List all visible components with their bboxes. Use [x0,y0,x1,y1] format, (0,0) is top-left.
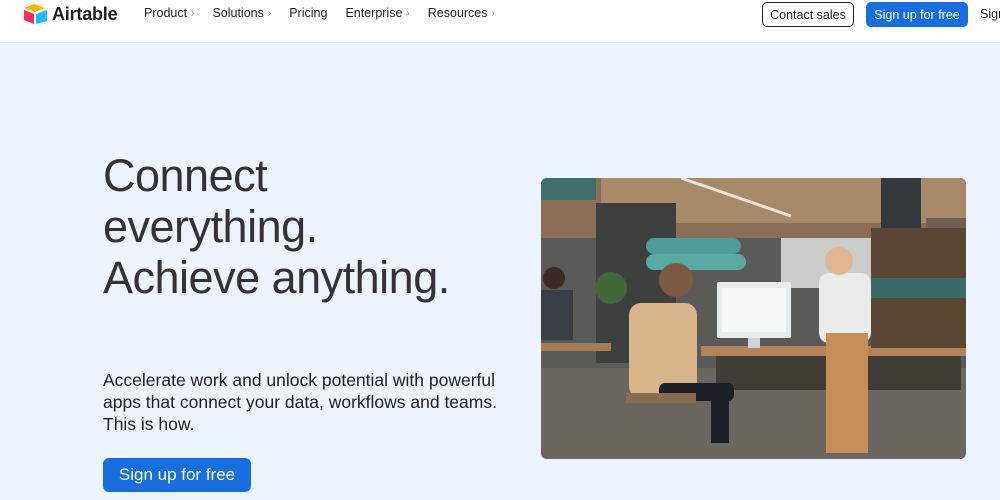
chevron-right-icon: › [491,7,495,19]
hero-subtext: Accelerate work and unlock potential wit… [103,370,497,434]
nav-enterprise[interactable]: Enterprise › [345,6,409,20]
chevron-right-icon: › [406,7,410,19]
nav-solutions[interactable]: Solutions › [212,6,271,20]
nav-enterprise-label: Enterprise [345,6,403,20]
office-team-photo [541,178,966,459]
sign-up-button-hero[interactable]: Sign up for free [103,458,251,492]
contact-sales-button[interactable]: Contact sales [762,2,854,27]
chevron-right-icon: › [191,7,195,19]
nav-pricing[interactable]: Pricing [289,6,327,20]
brand-name: Airtable [52,3,118,24]
airtable-logo[interactable]: Airtable [23,3,118,25]
nav-solutions-label: Solutions [212,6,264,20]
nav-resources-label: Resources [427,6,488,20]
nav-resources[interactable]: Resources › [428,6,495,20]
hero-headline: Connect everything. Achieve anything. [103,150,450,303]
nav-product[interactable]: Product › [144,6,194,20]
hero-section: Connect everything. Achieve anything. Ac… [0,44,1000,500]
top-navigation-bar: Airtable Product › Solutions › Pricing E… [0,0,1000,43]
office-photo-illustration [541,178,966,459]
sign-in-link[interactable]: Sign in [980,7,1000,21]
nav-pricing-label: Pricing [289,6,328,20]
sign-up-button-header[interactable]: Sign up for free [866,2,968,27]
nav-product-label: Product [144,6,188,20]
chevron-right-icon: › [267,7,272,19]
main-nav: Product › Solutions › Pricing Enterprise… [144,6,513,20]
airtable-logo-icon [24,4,47,24]
